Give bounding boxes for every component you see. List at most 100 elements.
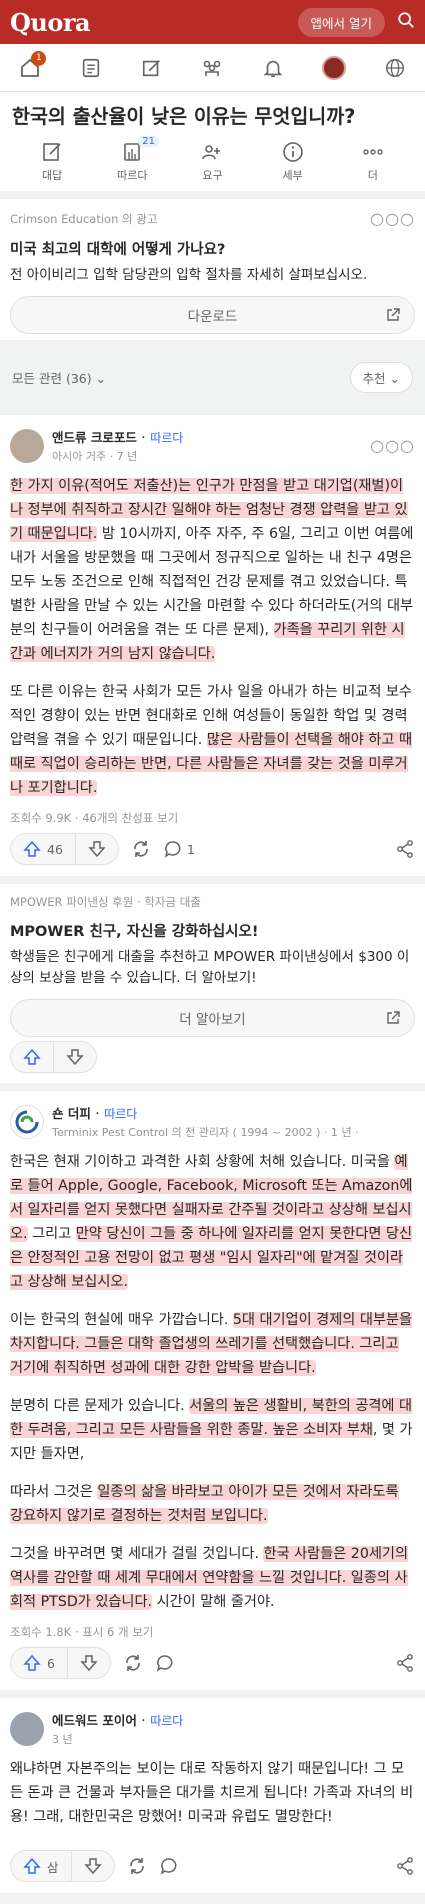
comment-count: 1 [186, 841, 195, 857]
upvote-button[interactable]: 46 [11, 834, 76, 864]
follow-author-button[interactable]: 따르다 [104, 1107, 137, 1121]
answer-body: 한국은 현재 기이하고 과격한 사회 상황에 처해 있습니다. 미국을 예로 들… [10, 1150, 415, 1614]
ad-text: 학생들은 친구에게 대출을 추천하고 MPOWER 파이낸싱에서 $300 이상… [10, 949, 410, 986]
search-icon[interactable] [397, 11, 415, 33]
vote-bar [10, 1037, 415, 1077]
answer-button[interactable]: 대답 [22, 140, 82, 183]
external-link-icon [386, 1011, 400, 1029]
follow-label: 따르다 [117, 169, 148, 182]
upvote-button[interactable] [11, 1042, 54, 1072]
quora-logo[interactable]: Quora [10, 8, 91, 37]
question-header: 한국의 출산율이 낮은 이유는 무엇입니까? 대답 21 따르다 요구 세부 더 [0, 92, 425, 191]
answer-paragraph: 분명히 다른 문제가 있습니다. 서울의 높은 생활비, 북한의 공격에 대한 … [10, 1394, 415, 1466]
share-repost-icon[interactable] [131, 839, 151, 859]
ad-title[interactable]: MPOWER 친구, 자신을 강화하십시오! [10, 920, 415, 941]
ad-cta-label: 더 알아보기 [179, 1012, 246, 1028]
follow-author-button[interactable]: 따르다 [150, 431, 183, 445]
vote-bar: 6 [10, 1640, 415, 1686]
share-repost-icon[interactable] [123, 1653, 143, 1673]
answer-paragraph: 또 다른 이유는 한국 사회가 모든 가사 일을 아내가 하는 비교적 보수적인… [10, 680, 415, 800]
answer-text: 이는 한국의 현실에 매우 가깝습니다. [10, 1312, 233, 1328]
comment-button[interactable] [159, 1856, 179, 1876]
sort-dropdown[interactable]: 추천 ⌄ [349, 362, 413, 393]
answer-body: 왜냐하면 자본주의는 보이는 대로 작동하지 않기 때문입니다! 그 모든 돈과… [10, 1757, 415, 1829]
answer-stats[interactable]: 조회수 9.9K · 46개의 찬성표 보기 [10, 810, 415, 826]
request-button[interactable]: 요구 [182, 140, 242, 183]
downvote-button[interactable] [76, 834, 118, 864]
sort-label: 추천 [362, 371, 386, 386]
answer-paragraph: 따라서 그것은 일종의 삶을 바라보고 아이가 모든 것에서 자라도록 강요하지… [10, 1480, 415, 1528]
ad-cta-button[interactable]: 다운로드 [10, 296, 415, 334]
comment-button[interactable]: 1 [163, 839, 195, 859]
author-name[interactable]: 에드워드 포이어 [52, 1713, 137, 1728]
author-avatar[interactable] [10, 428, 44, 463]
comment-button[interactable] [155, 1653, 175, 1673]
follow-question-button[interactable]: 21 따르다 [102, 136, 162, 183]
write-icon[interactable] [134, 50, 170, 86]
answers-filter-bar: 모든 관련 (36) ⌄ 추천 ⌄ [0, 348, 425, 407]
ad-text: 전 아이비리그 입학 담당관의 입학 절차를 자세히 살펴보십시오. [10, 267, 368, 283]
author-name[interactable]: 숀 더피 [52, 1106, 91, 1121]
ad-sponsor: Crimson Education 의 광고 [10, 211, 158, 226]
ad-card-crimson: Crimson Education 의 광고 ○○○ 미국 최고의 대학에 어떻게… [0, 199, 425, 340]
filter-label: 모든 관련 (36) [12, 371, 92, 386]
share-icon[interactable] [395, 1653, 415, 1673]
upvote-button[interactable]: 6 [11, 1648, 68, 1678]
bell-icon[interactable] [255, 50, 291, 86]
share-repost-icon[interactable] [127, 1856, 147, 1876]
answer-filter-dropdown[interactable]: 모든 관련 (36) ⌄ [12, 368, 106, 387]
downvote-button[interactable] [72, 1851, 114, 1881]
author-avatar[interactable] [10, 1104, 44, 1139]
ad-title[interactable]: 미국 최고의 대학에 어떻게 가나요? [10, 238, 415, 259]
more-options-icon[interactable]: ○○○ [370, 436, 415, 455]
author-credential: 아시아 거주 · 7 년 [52, 450, 138, 463]
details-button[interactable]: 세부 [263, 140, 323, 183]
more-options-icon[interactable]: ○○○ [370, 209, 415, 228]
avatar [321, 55, 346, 80]
ad-sponsor: MPOWER 파이낸싱 후원 · 학자금 대출 [10, 895, 201, 909]
downvote-button[interactable] [68, 1648, 110, 1678]
ad-card-mpower: MPOWER 파이낸싱 후원 · 학자금 대출 MPOWER 친구, 자신을 강… [0, 884, 425, 1083]
answer-text: 따라서 그것은 [10, 1484, 98, 1500]
upvote-count: 6 [47, 1655, 55, 1671]
main-nav: 1 [0, 44, 425, 92]
answer-paragraph: 왜냐하면 자본주의는 보이는 대로 작동하지 않기 때문입니다! 그 모든 돈과… [10, 1761, 414, 1825]
answer-text: 그것을 바꾸려면 몇 세대가 걸릴 것입니다. [10, 1546, 264, 1562]
answer-label: 대답 [41, 169, 63, 182]
more-label: 더 [367, 169, 378, 182]
follow-author-button[interactable]: 따르다 [150, 1714, 183, 1728]
open-in-app-button[interactable]: 앱에서 열기 [297, 7, 385, 37]
answer-text: 시간이 말해 줄거야. [152, 1594, 275, 1610]
follow-count: 21 [138, 136, 160, 147]
following-icon[interactable] [73, 50, 109, 86]
more-button[interactable]: 더 [343, 140, 403, 183]
vote-bar: 46 1 [10, 826, 415, 872]
downvote-button[interactable] [54, 1042, 96, 1072]
ad-cta-button[interactable]: 더 알아보기 [10, 999, 415, 1037]
answer-text: 그리고 [27, 1226, 76, 1242]
answer-paragraph: 이는 한국의 현실에 매우 가깝습니다. 5대 대기업이 경제의 대부분을 차지… [10, 1308, 415, 1380]
answer-card: 숀 더피 · 따르다 Terminix Pest Control 의 전 관리자… [0, 1091, 425, 1690]
question-title: 한국의 출산율이 낮은 이유는 무엇입니까? [12, 105, 356, 128]
profile-avatar[interactable] [316, 50, 352, 86]
author-avatar[interactable] [10, 1711, 44, 1746]
author-credential: Terminix Pest Control 의 전 관리자 ( 1994 ~ 2… [52, 1126, 359, 1139]
top-bar: Quora 앱에서 열기 [0, 0, 425, 44]
share-icon[interactable] [395, 839, 415, 859]
globe-icon[interactable] [377, 50, 413, 86]
spaces-icon[interactable] [194, 50, 230, 86]
answer-stats[interactable]: 조회수 1.8K · 표시 6 개 보기 [10, 1624, 415, 1640]
vote-bar: 삼 [10, 1843, 415, 1889]
request-label: 요구 [202, 169, 223, 182]
home-icon[interactable]: 1 [12, 50, 48, 86]
question-actions: 대답 21 따르다 요구 세부 더 [12, 136, 413, 183]
author-credential: 3 년 [52, 1733, 73, 1746]
notification-badge: 1 [31, 50, 47, 66]
details-label: 세부 [282, 169, 303, 182]
upvote-button[interactable]: 삼 [11, 1851, 72, 1881]
answer-text: 한국은 현재 기이하고 과격한 사회 상황에 처해 있습니다. 미국을 [10, 1154, 395, 1170]
author-name[interactable]: 앤드류 크로포드 [52, 430, 137, 445]
answer-body: 한 가지 이유(적어도 저출산)는 인구가 만점을 받고 대기업(재벌)이나 정… [10, 474, 415, 800]
upvote-count: 46 [47, 841, 63, 857]
share-icon[interactable] [395, 1856, 415, 1876]
